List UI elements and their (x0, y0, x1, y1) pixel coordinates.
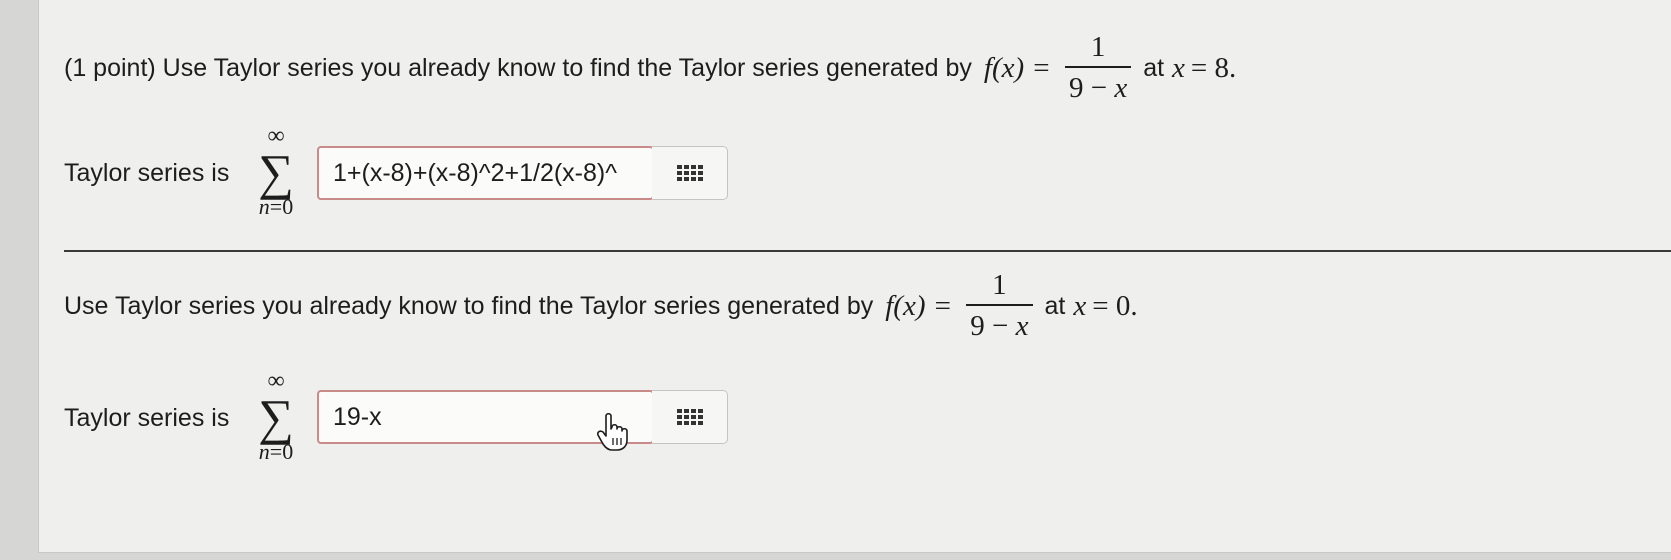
section-divider (64, 250, 1671, 252)
sum-lower-limit: n=0 (258, 194, 294, 219)
answer1-value: 1+(x-8)+(x-8)^2+1/2(x-8)^ (333, 158, 617, 187)
problem1-denominator: 9 − x (1068, 72, 1128, 104)
answer2-label: Taylor series is (64, 403, 230, 432)
problem2-at-value: = 0. (1092, 289, 1138, 322)
sigma-icon: ∑ (258, 389, 294, 445)
answer2-equation-editor-button[interactable] (652, 390, 728, 444)
grid-icon (676, 165, 703, 181)
problem1-fraction: 1 9 − x (1064, 31, 1132, 105)
answer1-label: Taylor series is (64, 158, 230, 187)
problem1-text: (1 point) Use Taylor series you already … (64, 28, 1236, 108)
problem2-prefix: Use Taylor series you already know to fi… (64, 291, 874, 320)
problem2-at-var: x (1073, 289, 1087, 322)
problem1-numerator: 1 (1090, 31, 1106, 63)
problem1-at-value: = 8. (1190, 51, 1237, 84)
problem2-fraction: 1 9 − x (966, 269, 1033, 343)
sigma-icon: ∑ (258, 144, 294, 200)
problem2-numerator: 1 (992, 269, 1007, 301)
answer1-equation-editor-button[interactable] (652, 146, 728, 200)
answer1-input[interactable]: 1+(x-8)+(x-8)^2+1/2(x-8)^ (317, 146, 654, 200)
answer2-value: 19-x (333, 402, 382, 431)
problem1-at: at (1143, 53, 1165, 82)
problem2-text: Use Taylor series you already know to fi… (64, 266, 1138, 346)
problem1-prefix: (1 point) Use Taylor series you already … (64, 53, 972, 82)
grid-icon (676, 409, 703, 425)
answer2-summation: ∞ ∑ n=0 (246, 369, 306, 463)
problem2-at: at (1044, 291, 1066, 320)
answer1-summation: ∞ ∑ n=0 (246, 124, 306, 218)
problem1-at-var: x (1172, 51, 1185, 84)
hand-pointer-icon (597, 412, 628, 451)
sum-lower-limit: n=0 (258, 439, 294, 464)
problem2-fx: f(x) = (885, 289, 953, 322)
problem2-denominator: 9 − x (970, 310, 1029, 342)
problem1-fx: f(x) = (983, 51, 1051, 84)
